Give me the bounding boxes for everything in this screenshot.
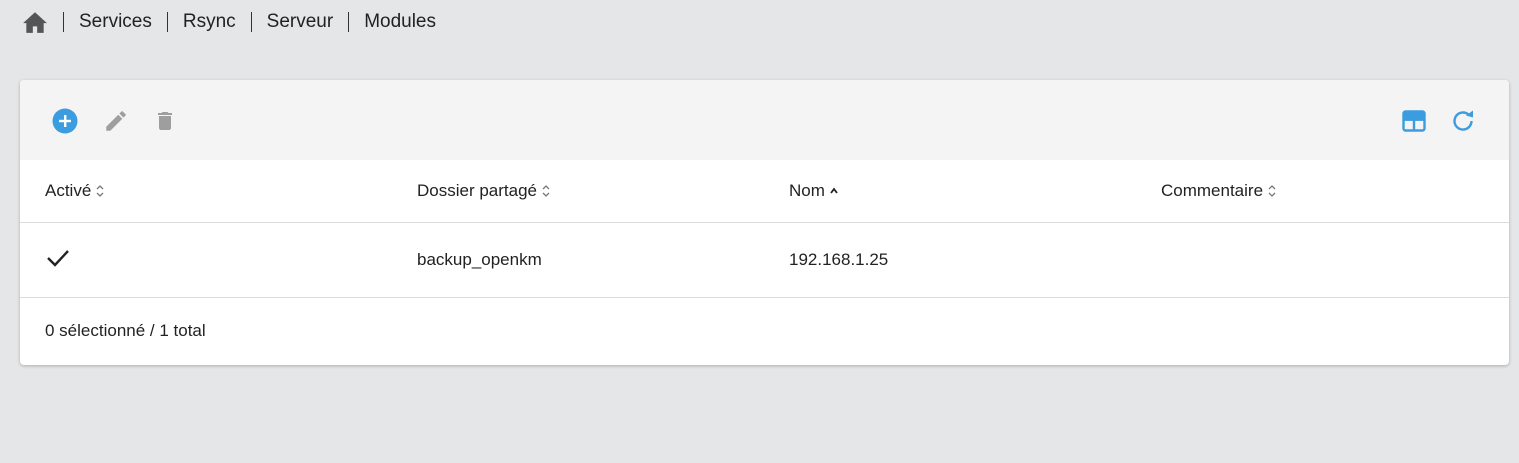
breadcrumb-modules: Modules — [364, 11, 437, 32]
table-columns-icon — [1402, 110, 1426, 132]
home-icon[interactable] — [22, 9, 48, 35]
breadcrumb-separator — [166, 12, 168, 32]
breadcrumb-separator — [348, 12, 350, 32]
cell-name: 192.168.1.25 — [764, 222, 1136, 298]
sort-unsorted-icon — [96, 185, 104, 197]
table-row[interactable]: backup_openkm 192.168.1.25 — [20, 222, 1509, 298]
modules-card: Activé Dossier partagé Nom Commentaire b… — [20, 80, 1509, 365]
columns-button[interactable] — [1400, 107, 1428, 135]
add-button[interactable] — [51, 107, 79, 135]
breadcrumb: Services Rsync Serveur Modules — [22, 8, 436, 36]
add-circle-icon — [52, 108, 78, 134]
breadcrumb-separator — [63, 12, 64, 32]
cell-shared-folder: backup_openkm — [392, 222, 764, 298]
column-label: Activé — [45, 181, 92, 200]
column-label: Commentaire — [1161, 181, 1264, 200]
toolbar — [20, 80, 1509, 160]
refresh-button[interactable] — [1449, 107, 1477, 135]
column-header-name[interactable]: Nom — [764, 160, 1136, 223]
breadcrumb-rsync[interactable]: Rsync — [183, 8, 236, 36]
selection-summary: 0 sélectionné / 1 total — [45, 321, 206, 340]
edit-pencil-icon — [106, 111, 126, 131]
column-label: Dossier partagé — [417, 181, 538, 200]
sort-unsorted-icon — [542, 185, 550, 197]
edit-button[interactable] — [102, 107, 130, 135]
delete-trash-icon — [158, 112, 172, 130]
checkmark-icon — [47, 249, 69, 267]
delete-button[interactable] — [151, 107, 179, 135]
sort-unsorted-icon — [1268, 185, 1276, 197]
breadcrumb-separator — [250, 12, 252, 32]
cell-comment — [1136, 222, 1509, 298]
column-header-shared-folder[interactable]: Dossier partagé — [392, 160, 764, 223]
sort-ascending-icon — [830, 187, 838, 194]
breadcrumb-serveur[interactable]: Serveur — [267, 8, 334, 36]
column-header-comment[interactable]: Commentaire — [1136, 160, 1509, 223]
refresh-icon — [1453, 110, 1473, 131]
column-header-active[interactable]: Activé — [20, 160, 392, 223]
modules-table: Activé Dossier partagé Nom Commentaire b… — [20, 160, 1509, 298]
cell-active — [20, 222, 392, 298]
table-header-row: Activé Dossier partagé Nom Commentaire — [20, 160, 1509, 223]
column-label: Nom — [789, 181, 825, 200]
breadcrumb-services[interactable]: Services — [79, 8, 152, 36]
